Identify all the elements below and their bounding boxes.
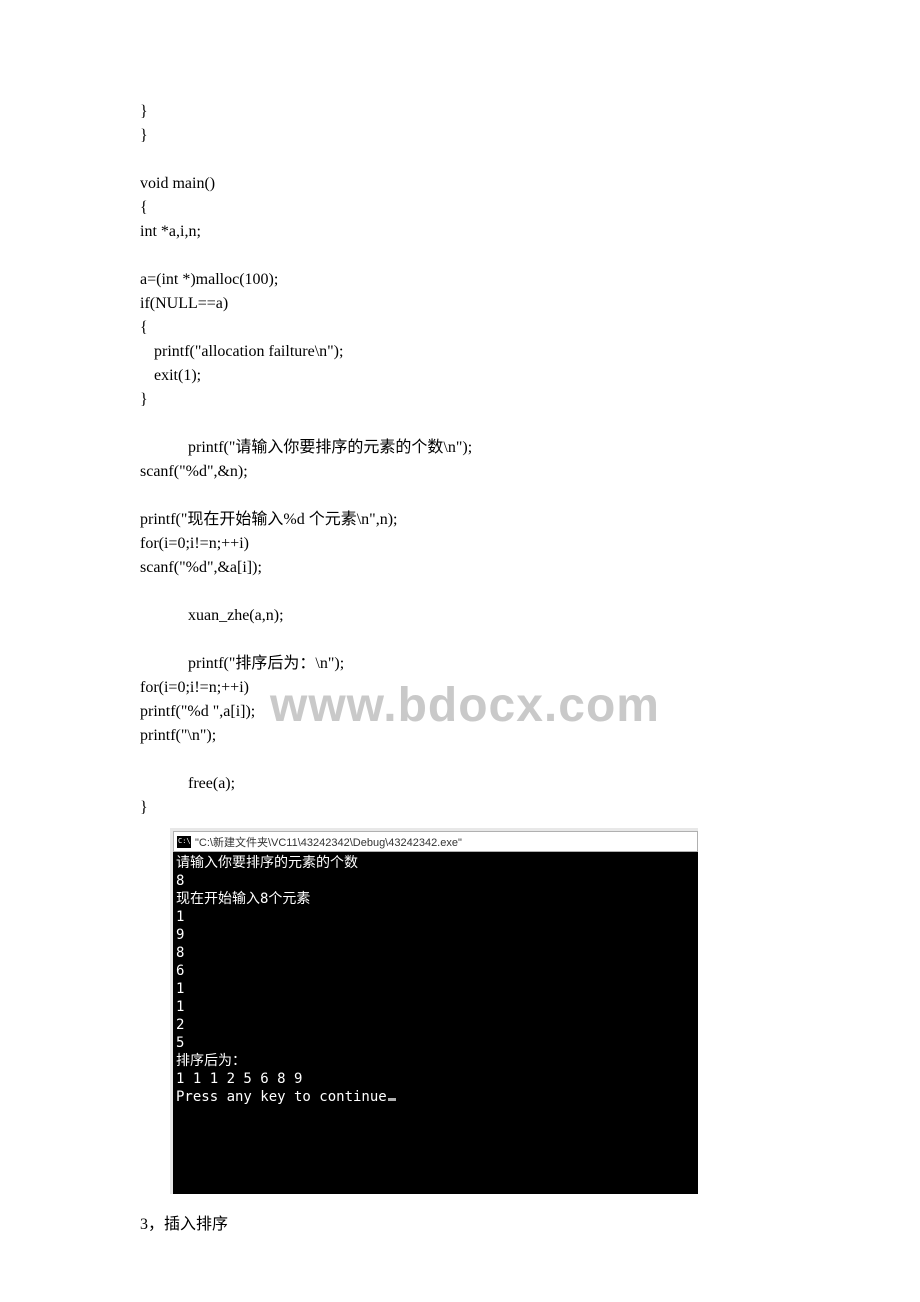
code-line: void main() [140, 172, 780, 196]
code-line: scanf("%d",&a[i]); [140, 556, 780, 580]
console-line: 排序后为： [176, 1052, 695, 1070]
code-line: xuan_zhe(a,n); [140, 604, 780, 628]
code-line: printf("排序后为：\n"); [140, 652, 780, 676]
console-line: 6 [176, 962, 695, 980]
code-line: if(NULL==a) [140, 292, 780, 316]
code-line: int *a,i,n; [140, 220, 780, 244]
console-line: 1 [176, 998, 695, 1016]
console-line: 8 [176, 944, 695, 962]
code-line: printf("现在开始输入%d 个元素\n",n); [140, 508, 780, 532]
code-line: scanf("%d",&n); [140, 460, 780, 484]
console-line: 1 [176, 980, 695, 998]
section-heading: 3，插入排序 [140, 1210, 780, 1234]
console-line: 现在开始输入8个元素 [176, 890, 695, 908]
console-window: "C:\新建文件夹\VC11\43242342\Debug\43242342.e… [170, 828, 698, 1194]
code-line: { [140, 316, 780, 340]
console-line: 5 [176, 1034, 695, 1052]
code-line: { [140, 196, 780, 220]
code-line: } [140, 388, 780, 412]
code-line: printf("请输入你要排序的元素的个数\n"); [140, 436, 780, 460]
console-line: 9 [176, 926, 695, 944]
code-line: printf("%d ",a[i]); [140, 700, 780, 724]
cursor-icon [388, 1098, 396, 1101]
console-line: 8 [176, 872, 695, 890]
code-line: free(a); [140, 772, 780, 796]
code-line: a=(int *)malloc(100); [140, 268, 780, 292]
console-line: 2 [176, 1016, 695, 1034]
code-line: } [140, 124, 780, 148]
code-line: for(i=0;i!=n;++i) [140, 532, 780, 556]
console-line: 请输入你要排序的元素的个数 [176, 854, 695, 872]
console-line: 1 1 1 2 5 6 8 9 [176, 1070, 695, 1088]
code-line: printf("\n"); [140, 724, 780, 748]
console-line: Press any key to continue [176, 1088, 695, 1106]
console-output: 请输入你要排序的元素的个数 8 现在开始输入8个元素 1 9 8 6 1 1 2… [173, 852, 698, 1194]
console-titlebar: "C:\新建文件夹\VC11\43242342\Debug\43242342.e… [173, 831, 698, 852]
code-line: for(i=0;i!=n;++i) [140, 676, 780, 700]
code-line: } [140, 796, 780, 820]
console-app-icon [177, 836, 191, 848]
code-line: exit(1); [140, 364, 780, 388]
console-line: 1 [176, 908, 695, 926]
console-title: "C:\新建文件夹\VC11\43242342\Debug\43242342.e… [195, 834, 462, 850]
code-line: printf("allocation failture\n"); [140, 340, 780, 364]
code-line: } [140, 100, 780, 124]
